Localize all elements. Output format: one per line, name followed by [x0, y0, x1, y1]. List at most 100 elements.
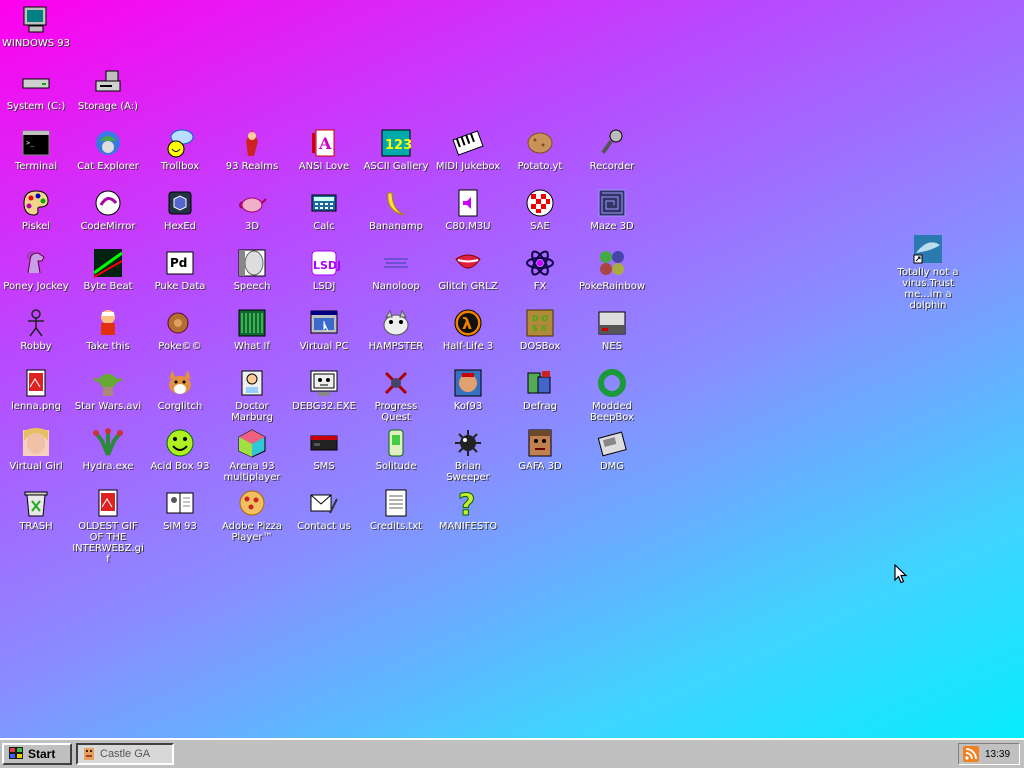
desktop-icon-bananamp[interactable]: Bananamp [360, 187, 432, 232]
desktop-icon-cat-explorer[interactable]: Cat Explorer [72, 127, 144, 172]
half-life-icon: λ [454, 309, 482, 337]
desktop-icon-lsdj[interactable]: LSDJ LSDJ [288, 247, 360, 292]
desktop-icon-93-realms[interactable]: 93 Realms [216, 127, 288, 172]
banana-icon [387, 192, 405, 216]
desktop-icon-dosbox[interactable]: D OS X DOSBox [504, 307, 576, 352]
desktop-icon-star-wars-avi[interactable]: Star Wars.avi [72, 367, 144, 412]
desktop-icon-acid-box-93[interactable]: Acid Box 93 [144, 427, 216, 472]
desktop-icon-oldest-gif-of-the-interwebz-gif[interactable]: OLDEST GIF OF THE INTERWEBZ.gif [72, 487, 144, 565]
desktop-icon-pokerainbow[interactable]: PokeRainbow [576, 247, 648, 292]
desktop-icon-modded-beepbox[interactable]: Modded BeepBox [576, 367, 648, 423]
stick-figure-icon [28, 309, 44, 337]
desktop-icon-byte-beat[interactable]: Byte Beat [72, 247, 144, 292]
desktop-icon-robby[interactable]: Robby [0, 307, 72, 352]
mine-icon [455, 430, 481, 456]
desktop-icon-label: PokeRainbow [579, 281, 645, 292]
desktop-icon-maze-3d[interactable]: Maze 3D [576, 187, 648, 232]
desktop-icon-sms[interactable]: SMS [288, 427, 360, 472]
desktop-icon-label: Half-Life 3 [442, 341, 494, 352]
desktop-icon-credits-txt[interactable]: Credits.txt [360, 487, 432, 532]
taskbar-item-castle-ga[interactable]: Castle GA [76, 743, 174, 765]
desktop-icon-gafa-3d[interactable]: GAFA 3D [504, 427, 576, 472]
desktop-icon-corglitch[interactable]: Corglitch [144, 367, 216, 412]
desktop-icon-midi-jukebox[interactable]: MIDI Jukebox [432, 127, 504, 172]
desktop-icon-progress-quest[interactable]: Progress Quest [360, 367, 432, 423]
desktop-icon-take-this[interactable]: Take this [72, 307, 144, 352]
desktop-icon-lenna-png[interactable]: lenna.png [0, 367, 72, 412]
desktop-icon-hydra-exe[interactable]: Hydra.exe [72, 427, 144, 472]
desktop-icon-what-if[interactable]: What If [216, 307, 288, 352]
desktop-icon-recorder[interactable]: Recorder [576, 127, 648, 172]
desktop-icon-solitude[interactable]: Solitude [360, 427, 432, 472]
desktop-icon-codemirror[interactable]: CodeMirror [72, 187, 144, 232]
desktop-icon-dmg[interactable]: DMG [576, 427, 648, 472]
desktop-icon-c80-m3u[interactable]: C80.M3U [432, 187, 504, 232]
desktop-icon-sim-93[interactable]: SIM 93 [144, 487, 216, 532]
desktop-icon-doctor-marburg[interactable]: Doctor Marburg [216, 367, 288, 423]
desktop-icon-label: Doctor Marburg [231, 401, 273, 423]
codemirror-icon [95, 190, 121, 216]
svg-text:S X: S X [532, 324, 548, 333]
desktop-icon-speech[interactable]: Speech [216, 247, 288, 292]
desktop-icon-arena-93-multiplayer[interactable]: Arena 93 multiplayer [216, 427, 288, 483]
desktop-icon-label: DEBG32.EXE [292, 401, 356, 412]
lips-icon [455, 254, 481, 269]
svg-text:A: A [318, 134, 332, 153]
desktop-icon-label: Speech [233, 281, 271, 292]
desktop-icon-label: Robby [20, 341, 52, 352]
start-label: Start [28, 747, 56, 761]
desktop-icon-label: OLDEST GIF OF THE INTERWEBZ.gif [72, 521, 144, 565]
start-button[interactable]: Start [2, 743, 72, 765]
desktop[interactable]: WINDOWS 93 System (C:) Storage (A:) >_ Termi… [0, 0, 1024, 738]
desktop-icon-poke[interactable]: Poke©© [144, 307, 216, 352]
desktop-icon-adobe-pizza-player[interactable]: Adobe Pizza Player™ [216, 487, 288, 543]
svg-text:?: ? [458, 488, 475, 519]
desktop-icon-puke-data[interactable]: Pd Puke Data [144, 247, 216, 292]
desktop-icon-windows-93[interactable]: WINDOWS 93 [0, 4, 72, 49]
desktop-icon-hexed[interactable]: HexEd [144, 187, 216, 232]
desktop-icon-label: Star Wars.avi [74, 401, 142, 412]
desktop-icon-hampster[interactable]: HAMPSTER [360, 307, 432, 352]
dosbox-icon: D OS X [526, 309, 554, 337]
svg-text:D O: D O [532, 314, 548, 323]
desktop-icon-label: CodeMirror [80, 221, 136, 232]
desktop-icon-label: ASCII Gallery [363, 161, 429, 172]
desktop-icon-half-life-3[interactable]: λ Half-Life 3 [432, 307, 504, 352]
desktop-icon-label: SMS [313, 461, 335, 472]
cube-icon [168, 191, 192, 215]
rss-feed-icon[interactable] [963, 746, 979, 762]
desktop-icon-totally-not-a-virus-trust-me-im-a-dolphin[interactable]: Totally not a virus.Trust me...im a dolp… [892, 233, 964, 311]
nes-icon [598, 311, 626, 335]
desktop-icon-debg32-exe[interactable]: DEBG32.EXE [288, 367, 360, 412]
desktop-icon-virtual-girl[interactable]: Virtual Girl [0, 427, 72, 472]
desktop-icon-poney-jockey[interactable]: Poney Jockey [0, 247, 72, 292]
desktop-icon-brian-sweeper[interactable]: Brian Sweeper [432, 427, 504, 483]
desktop-icon-label: Totally not a virus.Trust me...im a dolp… [897, 267, 959, 311]
desktop-icon-glitch-grlz[interactable]: Glitch GRLZ [432, 247, 504, 292]
desktop-icon-trollbox[interactable]: Trollbox [144, 127, 216, 172]
desktop-icon-potato-yt[interactable]: Potato.yt [504, 127, 576, 172]
trollbox-icon [167, 129, 194, 158]
desktop-icon-contact-us[interactable]: Contact us [288, 487, 360, 532]
desktop-icon-nes[interactable]: NES [576, 307, 648, 352]
desktop-icon-kof93[interactable]: Kof93 [432, 367, 504, 412]
desktop-icon-piskel[interactable]: Piskel [0, 187, 72, 232]
mouse-cursor-icon [894, 564, 908, 584]
svg-text:LSDJ: LSDJ [313, 259, 340, 272]
desktop-icon-3d[interactable]: 3D [216, 187, 288, 232]
desktop-icon-system-c[interactable]: System (C:) [0, 67, 72, 112]
desktop-icon-defrag[interactable]: Defrag [504, 367, 576, 412]
desktop-icon-nanoloop[interactable]: Nanoloop [360, 247, 432, 292]
desktop-icon-ansi-love[interactable]: A ANSI Love [288, 127, 360, 172]
desktop-icon-label: Potato.yt [517, 161, 563, 172]
desktop-icon-fx[interactable]: FX [504, 247, 576, 292]
desktop-icon-ascii-gallery[interactable]: 123 ASCII Gallery [360, 127, 432, 172]
desktop-icon-manifesto[interactable]: ? MANIFESTO [432, 487, 504, 533]
desktop-icon-calc[interactable]: Calc [288, 187, 360, 232]
desktop-icon-virtual-pc[interactable]: Virtual PC [288, 307, 360, 352]
desktop-icon-trash[interactable]: TRASH [0, 487, 72, 532]
desktop-icon-sae[interactable]: SAE [504, 187, 576, 232]
desktop-icon-terminal[interactable]: >_ Terminal [0, 127, 72, 172]
desktop-icon-storage-a[interactable]: Storage (A:) [72, 67, 144, 112]
desktop-icon-label: Kof93 [453, 401, 483, 412]
